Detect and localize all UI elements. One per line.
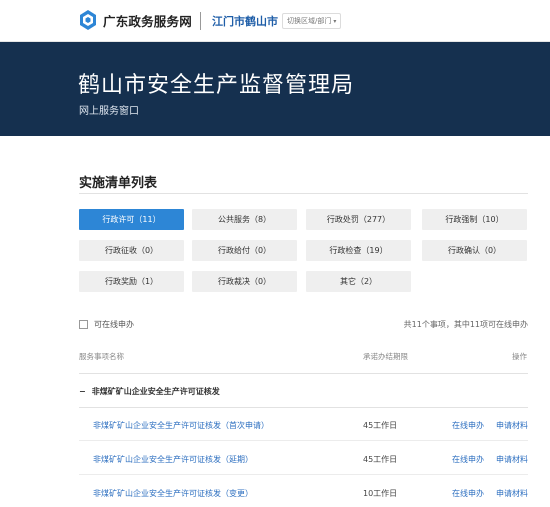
materials-link[interactable]: 申请材料 [496,420,528,431]
guangdong-logo-icon[interactable] [79,9,97,31]
table-header-divider [79,373,528,374]
row-divider [79,474,528,475]
category-tab-administrative-payment[interactable]: 行政给付（0） [192,240,297,261]
category-tab-administrative-reward[interactable]: 行政奖励（1） [79,271,184,292]
site-header: 广东政务服务网 江门市鹤山市 切换区域/部门 ▾ [0,0,550,42]
switch-region-button[interactable]: 切换区域/部门 ▾ [282,13,342,29]
row-divider [79,440,528,441]
apply-online-link[interactable]: 在线申办 [452,420,484,431]
materials-link[interactable]: 申请材料 [496,488,528,499]
category-tab-administrative-confirmation[interactable]: 行政确认（0） [422,240,527,261]
category-tab-administrative-penalty[interactable]: 行政处罚（277） [306,209,411,230]
service-item-link[interactable]: 非煤矿矿山企业安全生产许可证核发（变更） [93,488,253,499]
section-title: 实施清单列表 [79,176,158,191]
category-tab-administrative-ruling[interactable]: 行政裁决（0） [192,271,297,292]
service-item-link[interactable]: 非煤矿矿山企业安全生产许可证核发（延期） [93,454,253,465]
switch-region-label: 切换区域/部门 [287,17,332,25]
column-header-name: 服务事项名称 [79,352,124,361]
service-item-deadline: 45工作日 [363,421,398,430]
collapse-icon: − [79,387,86,396]
online-only-checkbox[interactable] [79,320,88,329]
online-only-label[interactable]: 可在线申办 [94,319,134,330]
department-title: 鹤山市安全生产监督管理局 [78,73,355,98]
service-group-title: 非煤矿矿山企业安全生产许可证核发 [91,387,220,396]
site-name[interactable]: 广东政务服务网 [103,11,192,30]
materials-link[interactable]: 申请材料 [496,454,528,465]
service-item-deadline: 10工作日 [363,489,398,498]
category-tab-administrative-enforcement[interactable]: 行政强制（10） [422,209,527,230]
chevron-down-icon: ▾ [333,18,337,25]
category-tab-administrative-inspection[interactable]: 行政检查（19） [306,240,411,261]
department-banner: 鹤山市安全生产监督管理局 网上服务窗口 [0,42,550,136]
column-header-operations: 操作 [512,352,527,361]
service-group-toggle[interactable]: − 非煤矿矿山企业安全生产许可证核发 [79,386,220,397]
header-divider [200,12,201,30]
apply-online-link[interactable]: 在线申办 [452,454,484,465]
column-header-deadline: 承诺办结期限 [363,352,408,361]
result-summary: 共11个事项，其中11项可在线申办 [403,320,528,329]
service-item-link[interactable]: 非煤矿矿山企业安全生产许可证核发（首次申请） [93,420,269,431]
department-subtitle: 网上服务窗口 [79,106,139,117]
category-tab-other[interactable]: 其它（2） [306,271,411,292]
category-tab-public-service[interactable]: 公共服务（8） [192,209,297,230]
service-item-deadline: 45工作日 [363,455,398,464]
section-divider [79,193,528,194]
group-divider [79,407,528,408]
category-tab-administrative-license[interactable]: 行政许可（11） [79,209,184,230]
apply-online-link[interactable]: 在线申办 [452,488,484,499]
current-city: 江门市鹤山市 [212,15,278,28]
category-tab-administrative-levy[interactable]: 行政征收（0） [79,240,184,261]
